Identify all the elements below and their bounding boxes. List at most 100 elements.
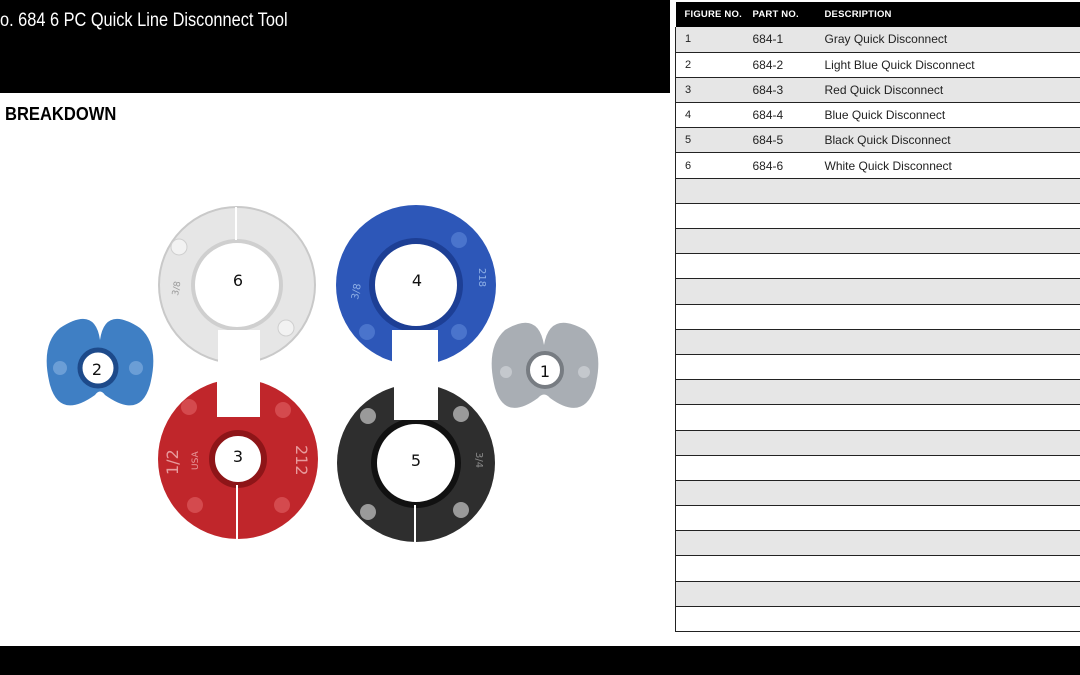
table-row: [675, 530, 1080, 557]
part-no-cell: 684-2: [743, 52, 816, 78]
part-no-cell: 684-3: [743, 77, 816, 104]
figure-no-cell: 6: [675, 152, 744, 179]
parts-figure: 3/8 3/8 218 1/2 212 USA 3/4 1 2 3 4 5 6: [0, 140, 670, 640]
footer-bar: [0, 646, 1080, 675]
figure-label-5: 5: [411, 451, 421, 470]
blue-ring-right-text: 218: [476, 268, 487, 287]
figure-no-cell: [675, 581, 744, 607]
part-no-cell: [743, 379, 816, 406]
part-no-cell: [743, 455, 816, 481]
part-no-cell: [743, 278, 816, 305]
part-no-cell: [743, 329, 816, 355]
table-row: 4 684-4 Blue Quick Disconnect: [675, 102, 1080, 129]
figure-no-cell: [675, 278, 744, 305]
parts-table: FIGURE NO. PART NO. DESCRIPTION 1 684-1 Gr…: [675, 2, 1080, 633]
part-no-cell: [743, 505, 816, 532]
figure-no-cell: 5: [675, 127, 744, 154]
figure-no-cell: [675, 354, 744, 381]
table-row: [675, 253, 1080, 280]
part-no-cell: 684-6: [743, 152, 816, 179]
table-row: [675, 480, 1080, 507]
table-row: [675, 354, 1080, 381]
part-no-cell: [743, 354, 816, 381]
figure-no-cell: [675, 480, 744, 507]
figure-label-3: 3: [233, 447, 243, 466]
figure-label-1: 1: [540, 362, 550, 381]
description-cell: [815, 404, 1080, 431]
part-no-cell: [743, 555, 816, 582]
part-no-cell: [743, 606, 816, 633]
table-row: [675, 404, 1080, 431]
table-row: [675, 203, 1080, 230]
table-row: 5 684-5 Black Quick Disconnect: [675, 127, 1080, 154]
description-cell: [815, 581, 1080, 607]
table-row: [675, 178, 1080, 204]
description-cell: [815, 606, 1080, 633]
black-ring-right-text: 3/4: [473, 452, 484, 468]
figure-label-2: 2: [92, 360, 102, 379]
part-no-cell: [743, 530, 816, 557]
figure-no-cell: [675, 555, 744, 582]
table-row: 3 684-3 Red Quick Disconnect: [675, 77, 1080, 104]
figure-no-cell: [675, 379, 744, 406]
table-row: [675, 430, 1080, 456]
part-no-cell: [743, 581, 816, 607]
part-no-cell: [743, 304, 816, 330]
table-row: [675, 606, 1080, 633]
part-no-cell: 684-5: [743, 127, 816, 154]
part-no-cell: [743, 178, 816, 204]
table-row: 2 684-2 Light Blue Quick Disconnect: [675, 52, 1080, 78]
description-cell: Gray Quick Disconnect: [815, 27, 1080, 53]
figure-no-cell: [675, 253, 744, 280]
part-no-cell: 684-4: [743, 102, 816, 129]
table-row: [675, 555, 1080, 582]
part-no-cell: [743, 404, 816, 431]
description-cell: [815, 430, 1080, 456]
description-cell: Light Blue Quick Disconnect: [815, 52, 1080, 78]
red-ring-top-text: USA: [191, 451, 201, 470]
figure-no-cell: [675, 404, 744, 431]
figure-no-cell: [675, 606, 744, 633]
description-cell: [815, 329, 1080, 355]
figure-no-cell: 4: [675, 102, 744, 129]
description-cell: [815, 379, 1080, 406]
column-header-description: DESCRIPTION: [815, 2, 1080, 27]
figure-no-cell: [675, 455, 744, 481]
part-no-cell: [743, 480, 816, 507]
part-no-cell: [743, 203, 816, 230]
table-row: [675, 278, 1080, 305]
header-bar: o. 684 6 PC Quick Line Disconnect Tool: [0, 0, 670, 93]
figure-no-cell: [675, 304, 744, 330]
page-title: o. 684 6 PC Quick Line Disconnect Tool: [0, 10, 288, 31]
description-cell: White Quick Disconnect: [815, 152, 1080, 179]
column-header-part-no: PART NO.: [743, 2, 816, 27]
figure-no-cell: [675, 329, 744, 355]
figure-no-cell: [675, 505, 744, 532]
table-row: [675, 379, 1080, 406]
description-cell: [815, 228, 1080, 255]
table-row: [675, 228, 1080, 255]
figure-no-cell: [675, 530, 744, 557]
figure-label-6: 6: [233, 271, 243, 290]
description-cell: [815, 555, 1080, 582]
description-cell: [815, 278, 1080, 305]
column-header-figure-no: FIGURE NO.: [675, 2, 744, 27]
part-no-cell: [743, 430, 816, 456]
table-header-row: FIGURE NO. PART NO. DESCRIPTION: [675, 2, 1080, 27]
section-heading: BREAKDOWN: [5, 104, 117, 124]
description-cell: [815, 480, 1080, 507]
figure-no-cell: 1: [675, 27, 744, 53]
figure-no-cell: 2: [675, 52, 744, 78]
table-row: 6 684-6 White Quick Disconnect: [675, 152, 1080, 179]
description-cell: [815, 505, 1080, 532]
description-cell: [815, 455, 1080, 481]
figure-no-cell: [675, 228, 744, 255]
figure-no-cell: [675, 203, 744, 230]
description-cell: Red Quick Disconnect: [815, 77, 1080, 104]
table-row: [675, 455, 1080, 481]
part-no-cell: 684-1: [743, 27, 816, 53]
figure-no-cell: [675, 430, 744, 456]
table-row: 1 684-1 Gray Quick Disconnect: [675, 27, 1080, 53]
table-row: [675, 581, 1080, 607]
description-cell: [815, 253, 1080, 280]
